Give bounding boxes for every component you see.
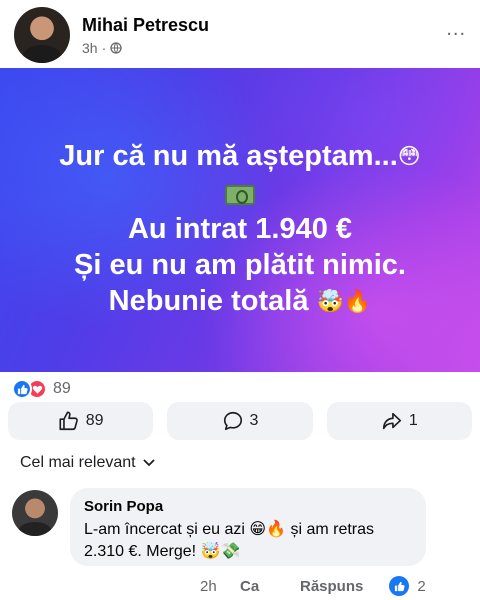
globe-icon (110, 42, 122, 54)
share-button[interactable]: 1 (326, 402, 472, 440)
flushed-emoji: 😳 (397, 144, 421, 170)
image-line-5: Nebunie totală 🤯🔥 (108, 285, 372, 318)
more-options-button[interactable]: ... (446, 18, 466, 41)
comment-button[interactable]: 3 (167, 402, 313, 440)
like-count: 89 (85, 412, 104, 429)
like-button[interactable]: 89 (8, 402, 154, 440)
reactions-summary[interactable]: 89 (12, 378, 71, 400)
image-line-1: Jur că nu mă așteptam...😳 (59, 140, 421, 172)
author-avatar[interactable] (14, 7, 70, 63)
mindblown-fire-emoji: 🤯🔥 (316, 289, 372, 315)
post-image-text: Jur că nu mă așteptam...😳 Au intrat 1.94… (0, 138, 480, 321)
comment-count: 3 (249, 412, 259, 429)
like-icon (12, 379, 32, 399)
comment-sort-dropdown[interactable]: Cel mai relevant (20, 454, 156, 472)
money-icon (225, 184, 255, 205)
commenter-avatar[interactable] (12, 490, 58, 536)
comment-bubble: Sorin Popa L-am încercat și eu azi 😁🔥 și… (70, 488, 426, 566)
image-line-3: Au intrat 1.940 € (127, 213, 353, 246)
reaction-count: 89 (53, 380, 71, 397)
comment-reply-button[interactable]: Răspuns (300, 578, 363, 595)
comment-icon (223, 411, 242, 431)
post-time[interactable]: 3h (82, 40, 98, 56)
image-line-2 (0, 175, 480, 211)
share-icon (382, 412, 401, 430)
comment-time[interactable]: 2h (200, 578, 240, 595)
comment-like-icon (389, 576, 410, 596)
share-count: 1 (408, 412, 418, 429)
post-image[interactable]: Jur că nu mă așteptam...😳 Au intrat 1.94… (0, 68, 480, 372)
post-meta: 3h · (82, 40, 122, 56)
chevron-down-icon (142, 459, 155, 467)
post-header: Mihai Petrescu 3h · ... (0, 0, 480, 68)
comment-like-button[interactable]: Ca (240, 578, 290, 595)
image-line-4: Și eu nu am plătit nimic. (74, 249, 406, 282)
sort-label: Cel mai relevant (20, 454, 136, 471)
comment-text: L-am încercat și eu azi 😁🔥 și am retras … (84, 521, 375, 560)
author-name[interactable]: Mihai Petrescu (82, 15, 209, 36)
comment-like-count: 2 (417, 577, 426, 595)
commenter-name[interactable]: Sorin Popa (84, 498, 412, 515)
action-bar: 89 3 1 (8, 402, 472, 442)
thumbs-up-icon (59, 411, 78, 431)
comment-meta: 2h Ca Răspuns 2 (200, 576, 470, 596)
